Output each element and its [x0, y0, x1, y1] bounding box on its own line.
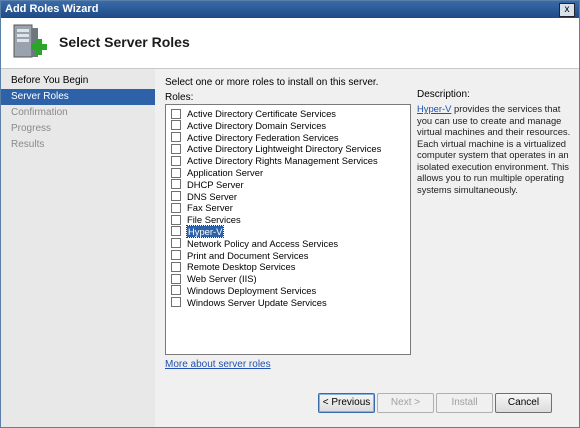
next-button[interactable]: Next > [377, 393, 434, 413]
role-checkbox[interactable] [171, 273, 181, 284]
close-button[interactable]: x [559, 3, 575, 17]
role-item-ad-rights[interactable]: Active Directory Rights Management Servi… [166, 155, 410, 167]
role-label: Network Policy and Access Services [187, 237, 339, 249]
role-checkbox[interactable] [171, 214, 181, 225]
role-item-file-services[interactable]: File Services [166, 214, 410, 226]
role-label: Remote Desktop Services [187, 261, 296, 273]
cancel-button[interactable]: Cancel [495, 393, 552, 413]
instruction-text: Select one or more roles to install on t… [165, 77, 379, 88]
nav-item-server-roles[interactable]: Server Roles [1, 89, 155, 105]
add-roles-wizard-window: Add Roles Wizard x Select Server Roles B… [0, 0, 580, 428]
previous-button[interactable]: < Previous [318, 393, 375, 413]
role-checkbox[interactable] [171, 297, 181, 308]
nav-item-results: Results [11, 139, 45, 150]
role-item-dns-server[interactable]: DNS Server [166, 191, 410, 203]
role-item-ad-lightweight[interactable]: Active Directory Lightweight Directory S… [166, 143, 410, 155]
role-item-ad-domain[interactable]: Active Directory Domain Services [166, 120, 410, 132]
role-item-dhcp-server[interactable]: DHCP Server [166, 179, 410, 191]
roles-list[interactable]: Active Directory Certificate Services Ac… [165, 104, 411, 355]
role-item-ad-certificate[interactable]: Active Directory Certificate Services [166, 108, 410, 120]
role-checkbox[interactable] [171, 108, 181, 119]
role-label: Active Directory Certificate Services [187, 108, 336, 119]
page-title: Select Server Roles [59, 34, 190, 50]
role-label: Application Server [187, 166, 264, 178]
role-item-web-server[interactable]: Web Server (IIS) [166, 273, 410, 285]
role-label: Print and Document Services [187, 249, 309, 261]
description-text: Hyper-V provides the services that you c… [417, 103, 577, 195]
role-checkbox[interactable] [171, 285, 181, 296]
role-item-wsus[interactable]: Windows Server Update Services [166, 297, 410, 309]
role-checkbox[interactable] [171, 238, 181, 249]
role-checkbox[interactable] [171, 132, 181, 143]
role-label: Active Directory Domain Services [187, 119, 327, 131]
role-label: DHCP Server [187, 178, 244, 190]
wizard-header: Select Server Roles [1, 18, 579, 69]
role-label: Windows Server Update Services [187, 296, 327, 308]
role-checkbox[interactable] [171, 167, 181, 178]
role-item-ad-federation[interactable]: Active Directory Federation Services [166, 132, 410, 144]
role-checkbox[interactable] [171, 202, 181, 213]
title-bar: Add Roles Wizard x [1, 1, 579, 18]
role-label: DNS Server [187, 190, 238, 202]
role-item-print-document[interactable]: Print and Document Services [166, 250, 410, 262]
role-label: Web Server (IIS) [187, 273, 257, 285]
role-item-windows-deployment[interactable]: Windows Deployment Services [166, 285, 410, 297]
description-body: provides the services that you can use t… [417, 103, 571, 195]
role-label: Active Directory Rights Management Servi… [187, 155, 378, 167]
role-item-fax-server[interactable]: Fax Server [166, 202, 410, 214]
role-label-selected: Hyper-V [185, 224, 225, 238]
role-item-network-policy[interactable]: Network Policy and Access Services [166, 238, 410, 250]
role-label: Windows Deployment Services [187, 284, 317, 296]
roles-label: Roles: [165, 92, 194, 103]
nav-item-confirmation: Confirmation [11, 107, 68, 118]
role-checkbox[interactable] [171, 191, 181, 202]
role-checkbox[interactable] [171, 261, 181, 272]
install-button[interactable]: Install [436, 393, 493, 413]
description-title: Description: [417, 89, 470, 100]
nav-item-progress: Progress [11, 123, 52, 134]
role-label: Active Directory Federation Services [187, 131, 339, 143]
role-label: File Services [187, 214, 241, 226]
more-about-roles-link[interactable]: More about server roles [165, 359, 271, 370]
role-checkbox[interactable] [171, 179, 181, 190]
role-item-hyper-v[interactable]: Hyper-V [166, 224, 410, 238]
role-label: Active Directory Lightweight Directory S… [187, 143, 382, 155]
window-title: Add Roles Wizard [5, 3, 99, 15]
role-item-application-server[interactable]: Application Server [166, 167, 410, 179]
nav-item-before-you-begin[interactable]: Before You Begin [1, 73, 155, 89]
role-checkbox[interactable] [171, 226, 181, 237]
role-item-remote-desktop[interactable]: Remote Desktop Services [166, 261, 410, 273]
role-checkbox[interactable] [171, 143, 181, 154]
content-panel: Select one or more roles to install on t… [156, 69, 579, 427]
role-checkbox[interactable] [171, 250, 181, 261]
wizard-nav: Before You Begin Server Roles Confirmati… [1, 69, 155, 427]
server-add-icon [13, 24, 47, 58]
description-link[interactable]: Hyper-V [417, 103, 451, 114]
role-checkbox[interactable] [171, 155, 181, 166]
role-checkbox[interactable] [171, 120, 181, 131]
role-label: Fax Server [187, 202, 233, 214]
